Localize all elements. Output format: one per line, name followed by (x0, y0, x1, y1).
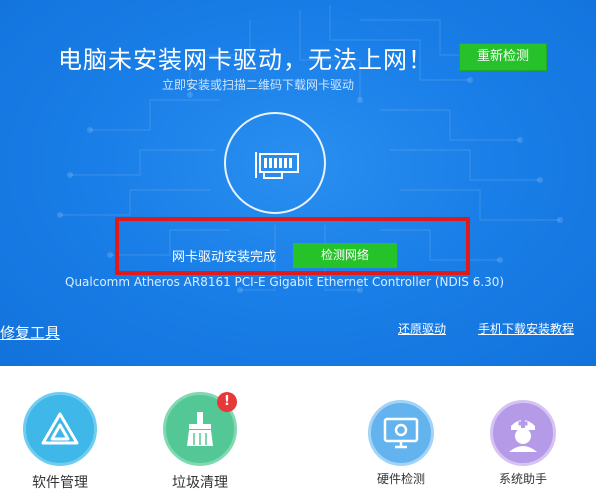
tool-hardware-check[interactable]: 硬件检测 (366, 400, 436, 487)
mobile-install-guide-link[interactable]: 手机下载安装教程 (478, 320, 574, 337)
junk-cleanup-label: 垃圾清理 (172, 475, 228, 491)
device-name: Qualcomm Atheros AR8161 PCI-E Gigabit Et… (65, 275, 505, 289)
tool-system-assistant[interactable]: 系统助手 (488, 400, 558, 487)
network-card-circle (224, 112, 326, 214)
network-card-icon (255, 152, 299, 179)
broom-icon[interactable]: ! (163, 392, 237, 466)
recheck-button[interactable]: 重新检测 (459, 43, 547, 71)
driver-status-text: 网卡驱动安装完成 (172, 250, 277, 265)
repair-tool-link[interactable]: 修复工具 (0, 322, 60, 343)
restore-driver-link[interactable]: 还原驱动 (398, 320, 446, 337)
system-assistant-label: 系统助手 (498, 472, 547, 486)
tool-software-manager[interactable]: 软件管理 (22, 392, 98, 492)
detect-network-button[interactable]: 检测网络 (293, 243, 397, 268)
cleanup-alert-badge: ! (217, 392, 237, 412)
page-title: 电脑未安装网卡驱动，无法上网！ (58, 46, 433, 74)
nurse-assistant-icon[interactable] (490, 400, 556, 466)
page-subtitle: 立即安装或扫描二维码下载网卡驱动 (162, 78, 355, 92)
software-manager-icon[interactable] (23, 392, 97, 466)
monitor-gear-icon[interactable] (368, 400, 434, 466)
hardware-check-label: 硬件检测 (376, 472, 425, 486)
tool-junk-cleanup[interactable]: ! 垃圾清理 (162, 392, 238, 492)
hero-panel: 电脑未安装网卡驱动，无法上网！ 立即安装或扫描二维码下载网卡驱动 重新检测 网卡… (0, 0, 596, 366)
software-manager-label: 软件管理 (32, 475, 88, 491)
